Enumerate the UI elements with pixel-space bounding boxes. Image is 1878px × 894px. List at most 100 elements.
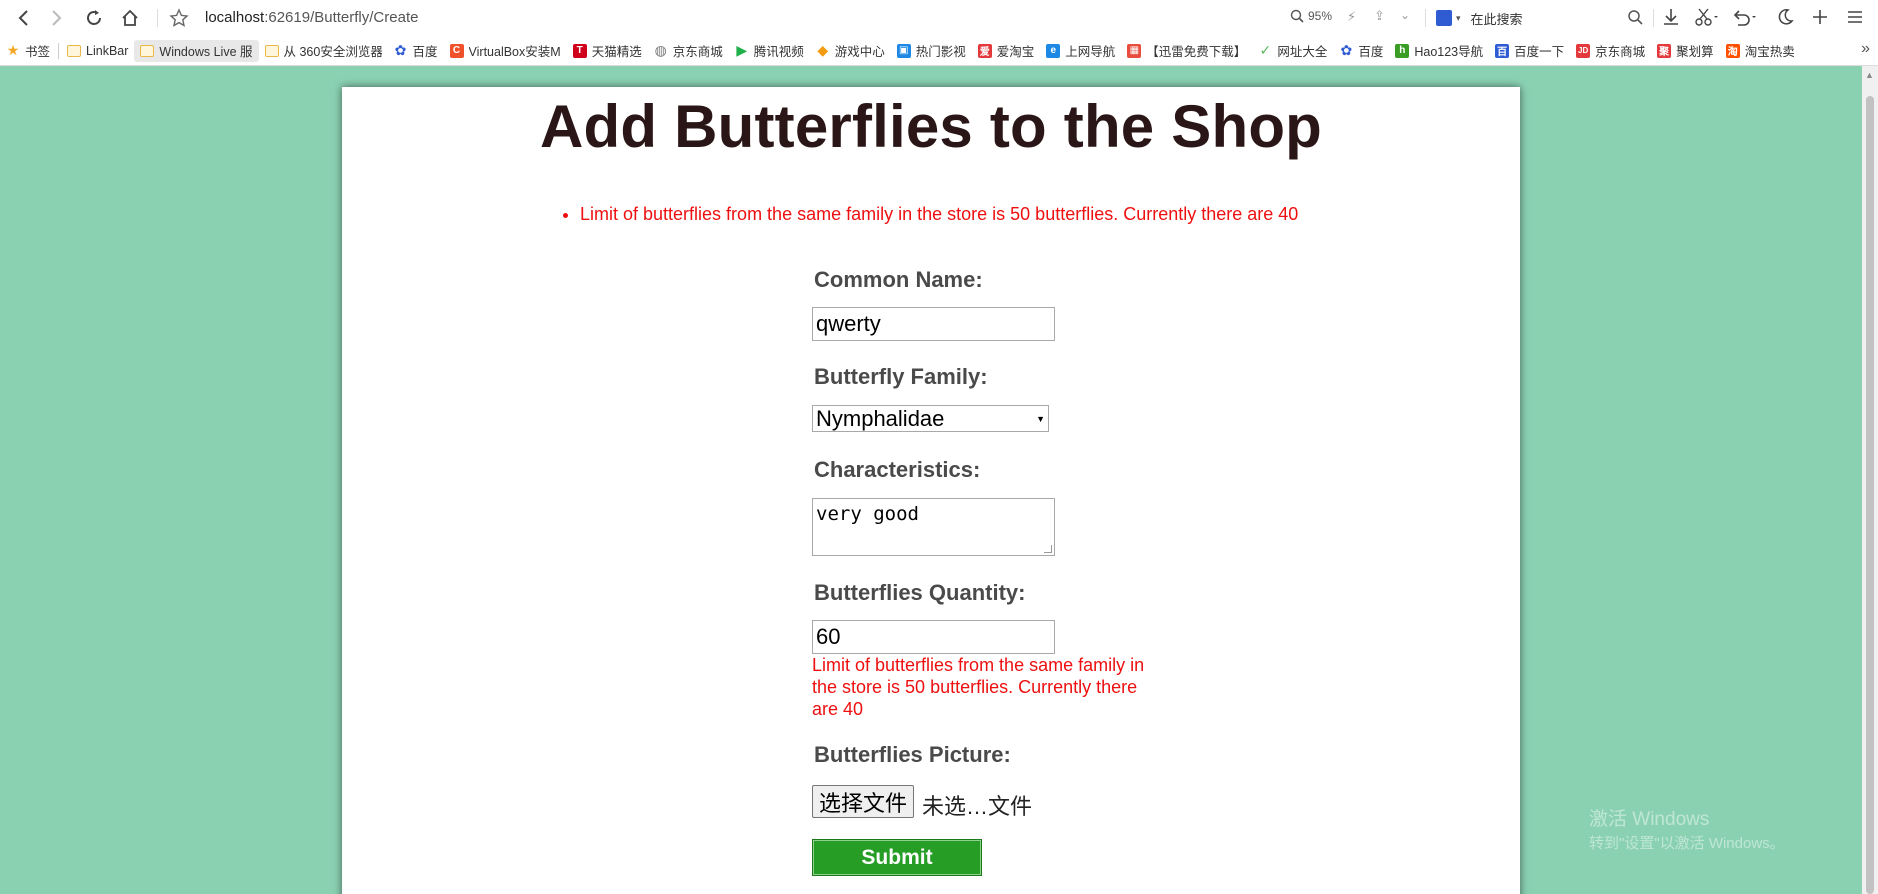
bookmark-label: VirtualBox安装M xyxy=(468,45,561,59)
select-arrow-icon: ▼ xyxy=(1036,413,1045,424)
bookmark-item[interactable]: 聚聚划算 xyxy=(1651,40,1720,62)
family-select[interactable]: Nymphalidae ▼ xyxy=(812,405,1049,432)
characteristics-value: very good xyxy=(816,503,919,525)
star-icon: ★ xyxy=(6,42,20,58)
choose-file-button[interactable]: 选择文件 xyxy=(812,785,915,818)
url-host: localhost xyxy=(205,9,265,26)
family-label: Butterfly Family: xyxy=(814,364,988,389)
undo-icon[interactable] xyxy=(1732,7,1758,32)
film-icon: ▣ xyxy=(896,43,911,58)
bookmark-item[interactable]: 百百度一下 xyxy=(1489,40,1570,62)
bookmark-label: 腾讯视频 xyxy=(753,45,804,59)
bookmark-label: 上网导航 xyxy=(1065,45,1116,59)
paw-icon: ✿ xyxy=(394,42,407,58)
menu-icon[interactable] xyxy=(1845,7,1865,32)
folder-icon xyxy=(264,44,279,57)
page-scrollbar[interactable]: ▲ xyxy=(1862,66,1878,894)
bookmark-item[interactable]: 爱爱淘宝 xyxy=(972,40,1041,62)
bookmark-item[interactable]: e 上网导航 xyxy=(1040,40,1121,62)
ju-icon: 聚 xyxy=(1657,43,1672,58)
search-icon[interactable] xyxy=(1627,9,1643,30)
scroll-up-icon[interactable]: ▲ xyxy=(1865,70,1874,80)
zoom-level: 95% xyxy=(1308,9,1333,23)
lightning-icon[interactable]: ⚡ xyxy=(1347,9,1356,25)
bookmark-label: Windows Live 服 xyxy=(159,45,253,59)
bookmark-label: 京东商城 xyxy=(1595,45,1646,59)
e-icon: e xyxy=(1046,43,1061,58)
search-engine-icon[interactable] xyxy=(1436,10,1452,26)
resize-grip-icon[interactable] xyxy=(1044,545,1052,553)
scrollbar-thumb[interactable] xyxy=(1866,96,1874,894)
bookmark-item[interactable]: 淘淘宝热卖 xyxy=(1720,40,1801,62)
bookmark-label: 聚划算 xyxy=(1676,45,1714,59)
quantity-input[interactable] xyxy=(812,620,1055,654)
bookmark-label: 【迅雷免费下载】 xyxy=(1146,45,1247,59)
family-selected-value: Nymphalidae xyxy=(816,405,945,431)
browser-toolbar: localhost:62619/Butterfly/Create 95% ⚡ ⇪… xyxy=(0,0,1878,36)
paw-icon: ✿ xyxy=(1340,42,1353,58)
gamepad-icon: ◆ xyxy=(817,42,829,58)
night-mode-icon[interactable] xyxy=(1775,7,1795,32)
bookmark-item[interactable]: C VirtualBox安装M xyxy=(444,40,567,62)
bookmark-item[interactable]: Windows Live 服 xyxy=(134,39,259,62)
common-name-input[interactable] xyxy=(812,307,1055,341)
bookmark-item[interactable]: 从 360安全浏览器 xyxy=(259,40,388,62)
bookmark-star-icon[interactable] xyxy=(161,0,197,36)
ai-icon: 爱 xyxy=(977,43,992,58)
validation-summary-item: Limit of butterflies from the same famil… xyxy=(580,204,1298,225)
search-box[interactable]: ▾ 在此搜索 xyxy=(1436,7,1656,29)
play-icon: ▶ xyxy=(736,42,748,58)
toolbar-divider-2 xyxy=(1425,9,1426,27)
bookmark-label: 热门影视 xyxy=(915,45,966,59)
hao-icon: h xyxy=(1395,43,1410,58)
bookmark-item[interactable]: ✓ 网址大全 xyxy=(1252,40,1333,62)
bookmark-item[interactable]: h Hao123导航 xyxy=(1389,40,1489,62)
bookmark-item[interactable]: ▦ 【迅雷免费下载】 xyxy=(1121,40,1252,62)
bookmark-label: 淘宝热卖 xyxy=(1744,45,1795,59)
bookmark-label: 京东商城 xyxy=(672,45,723,59)
content-card: Add Butterflies to the Shop Limit of but… xyxy=(342,87,1520,894)
bookmark-item[interactable]: ▶ 腾讯视频 xyxy=(729,40,810,62)
chevron-down-icon[interactable]: ⌄ xyxy=(1400,8,1410,22)
folder-icon xyxy=(67,44,82,57)
bookmarks-bar: ★ 书签 LinkBar Windows Live 服 从 360安全浏览器 ✿ 百度 C Vi… xyxy=(0,36,1878,66)
bookmark-label: 书签 xyxy=(25,45,51,59)
home-icon[interactable] xyxy=(112,0,148,36)
forward-icon[interactable] xyxy=(38,0,74,36)
scissors-icon[interactable] xyxy=(1694,7,1720,32)
bookmarks-overflow-icon[interactable]: » xyxy=(1861,40,1870,58)
back-icon[interactable] xyxy=(6,0,42,36)
share-icon[interactable]: ⇪ xyxy=(1374,8,1385,24)
submit-button[interactable]: Submit xyxy=(812,839,982,876)
bookmark-item[interactable]: ✿ 百度 xyxy=(1333,40,1389,62)
bookmark-item[interactable]: ▣ 热门影视 xyxy=(891,40,972,62)
bookmark-label: 网址大全 xyxy=(1277,45,1328,59)
bookmark-label: 游戏中心 xyxy=(834,45,885,59)
bookmarks-separator xyxy=(58,42,60,59)
bookmark-item[interactable]: ◆ 游戏中心 xyxy=(810,40,891,62)
quantity-error-message: Limit of butterflies from the same famil… xyxy=(812,655,1145,719)
page-title: Add Butterflies to the Shop xyxy=(539,93,1323,160)
characteristics-textarea[interactable]: very good xyxy=(812,498,1055,556)
bookmark-item[interactable]: JD 京东商城 xyxy=(1570,40,1651,62)
reload-icon[interactable] xyxy=(76,0,112,36)
zoom-indicator[interactable]: 95% xyxy=(1290,9,1332,23)
leaf-icon: ✓ xyxy=(1259,42,1272,58)
bookmark-item[interactable]: LinkBar xyxy=(61,40,134,62)
download-icon[interactable] xyxy=(1661,7,1681,32)
engine-dropdown-icon[interactable]: ▾ xyxy=(1456,13,1461,24)
bookmark-item[interactable]: T 天猫精选 xyxy=(567,40,648,62)
file-status-text: 未选…文件 xyxy=(922,794,1033,819)
bookmark-item[interactable]: ✿ 百度 xyxy=(388,40,444,62)
jd-icon: JD xyxy=(1576,43,1591,58)
t-icon: T xyxy=(572,43,587,58)
bookmark-label: 爱淘宝 xyxy=(996,45,1035,59)
new-tab-icon[interactable] xyxy=(1810,7,1830,32)
bookmark-item[interactable]: ◍ 京东商城 xyxy=(648,40,729,62)
globe-icon: ◍ xyxy=(654,42,667,58)
windows-activation-watermark: 激活 Windows 转到"设置"以激活 Windows。 xyxy=(1589,808,1785,856)
bookmark-label: LinkBar xyxy=(86,43,129,58)
bookmark-label: Hao123导航 xyxy=(1414,45,1484,59)
address-bar[interactable]: localhost:62619/Butterfly/Create xyxy=(205,9,418,26)
bookmark-item[interactable]: ★ 书签 xyxy=(0,40,56,62)
